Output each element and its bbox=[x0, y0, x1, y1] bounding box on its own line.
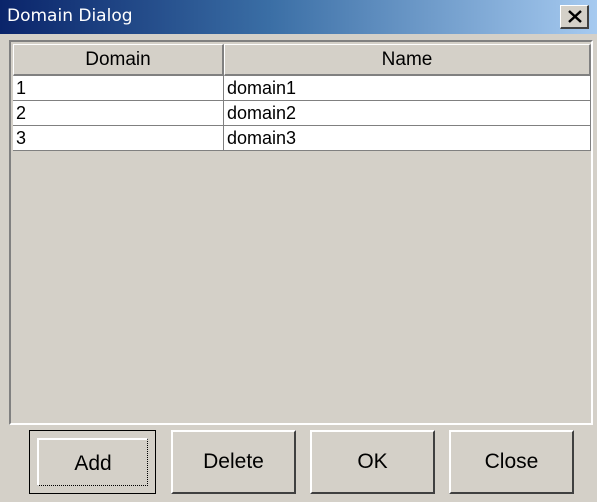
cell-name[interactable]: domain2 bbox=[224, 101, 591, 126]
close-button[interactable]: Close bbox=[449, 430, 574, 494]
ok-button[interactable]: OK bbox=[310, 430, 435, 494]
cell-domain[interactable]: 2 bbox=[13, 101, 224, 126]
cell-domain[interactable]: 3 bbox=[13, 126, 224, 151]
close-icon bbox=[568, 10, 582, 23]
domain-table[interactable]: Domain Name 1 domain1 2 domain2 3 domain… bbox=[9, 40, 593, 425]
cell-name[interactable]: domain1 bbox=[224, 76, 591, 101]
table-row[interactable]: 1 domain1 bbox=[13, 76, 591, 101]
column-header-name[interactable]: Name bbox=[224, 44, 591, 76]
window-title: Domain Dialog bbox=[7, 6, 133, 26]
table-row[interactable]: 2 domain2 bbox=[13, 101, 591, 126]
add-button-label: Add bbox=[37, 438, 148, 486]
cell-name[interactable]: domain3 bbox=[224, 126, 591, 151]
column-header-domain[interactable]: Domain bbox=[13, 44, 224, 76]
cell-domain[interactable]: 1 bbox=[13, 76, 224, 101]
table-row[interactable]: 3 domain3 bbox=[13, 126, 591, 151]
title-bar[interactable]: Domain Dialog bbox=[0, 0, 597, 34]
add-button[interactable]: Add bbox=[29, 430, 156, 494]
delete-button[interactable]: Delete bbox=[171, 430, 296, 494]
domain-dialog: Domain Dialog Domain Name 1 domain1 2 do… bbox=[0, 0, 597, 502]
close-window-button[interactable] bbox=[560, 5, 589, 29]
